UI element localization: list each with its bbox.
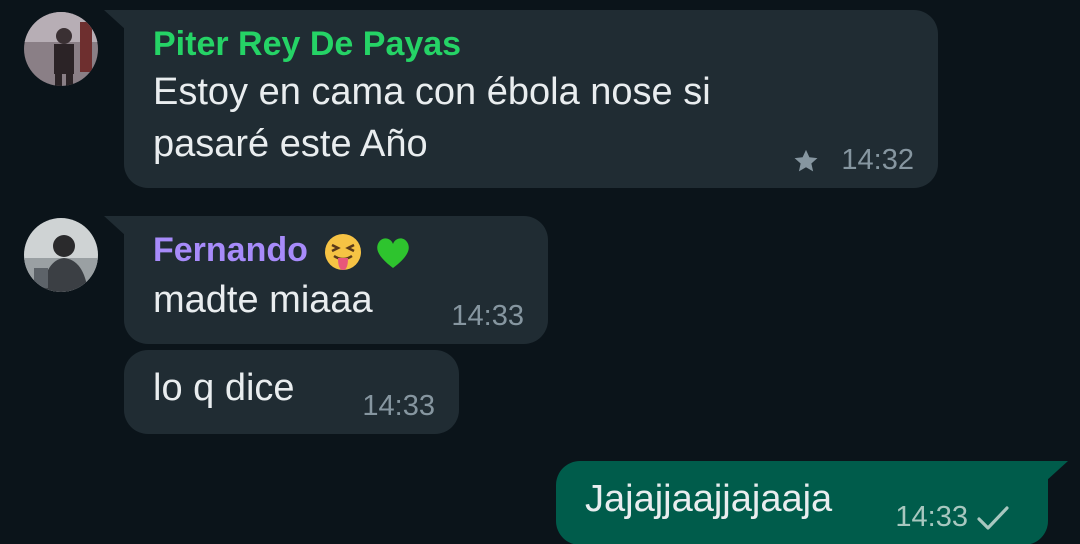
message-bubble-outgoing[interactable]: Jajajjaajjajaaja 14:33 <box>556 461 1068 544</box>
bubble-tail <box>104 10 126 30</box>
message-line: Estoy en cama con ébola nose si <box>153 71 711 113</box>
message-bubble-incoming[interactable]: Piter Rey De Payas Estoy en cama con ébo… <box>104 10 938 188</box>
message-text: Estoy en cama con ébola nose si pasaré e… <box>153 66 711 170</box>
message-text: Jajajjaajjajaaja <box>585 478 833 520</box>
tongue-face-emoji-icon <box>325 234 362 271</box>
message-text: lo q dice <box>153 367 295 409</box>
person-avatar-icon <box>24 12 98 86</box>
bubble-tail <box>104 216 126 236</box>
sent-check-icon <box>977 506 1009 530</box>
message-timestamp: 14:33 <box>362 390 435 422</box>
message-line: pasaré este Año <box>153 123 428 165</box>
sender-name[interactable]: Piter Rey De Payas <box>153 24 461 64</box>
bubble-tail <box>1046 461 1068 481</box>
green-heart-emoji-icon <box>377 238 409 269</box>
message-bubble-incoming[interactable]: lo q dice 14:33 <box>124 350 459 434</box>
sender-name-text: Fernando <box>153 231 308 269</box>
message-timestamp: 14:32 <box>841 144 914 176</box>
star-icon <box>794 149 818 172</box>
person-avatar-icon <box>24 218 98 292</box>
message-bubble-incoming[interactable]: Fernando madte miaaa 14:33 <box>104 216 548 344</box>
message-text: madte miaaa <box>153 279 373 321</box>
message-timestamp: 14:33 <box>451 300 524 332</box>
chat-conversation: Piter Rey De Payas Estoy en cama con ébo… <box>0 0 1080 544</box>
message-timestamp: 14:33 <box>895 501 968 533</box>
sender-avatar-fernando[interactable] <box>24 218 98 292</box>
sender-name[interactable]: Fernando <box>153 230 413 272</box>
sender-avatar-piter[interactable] <box>24 12 98 86</box>
